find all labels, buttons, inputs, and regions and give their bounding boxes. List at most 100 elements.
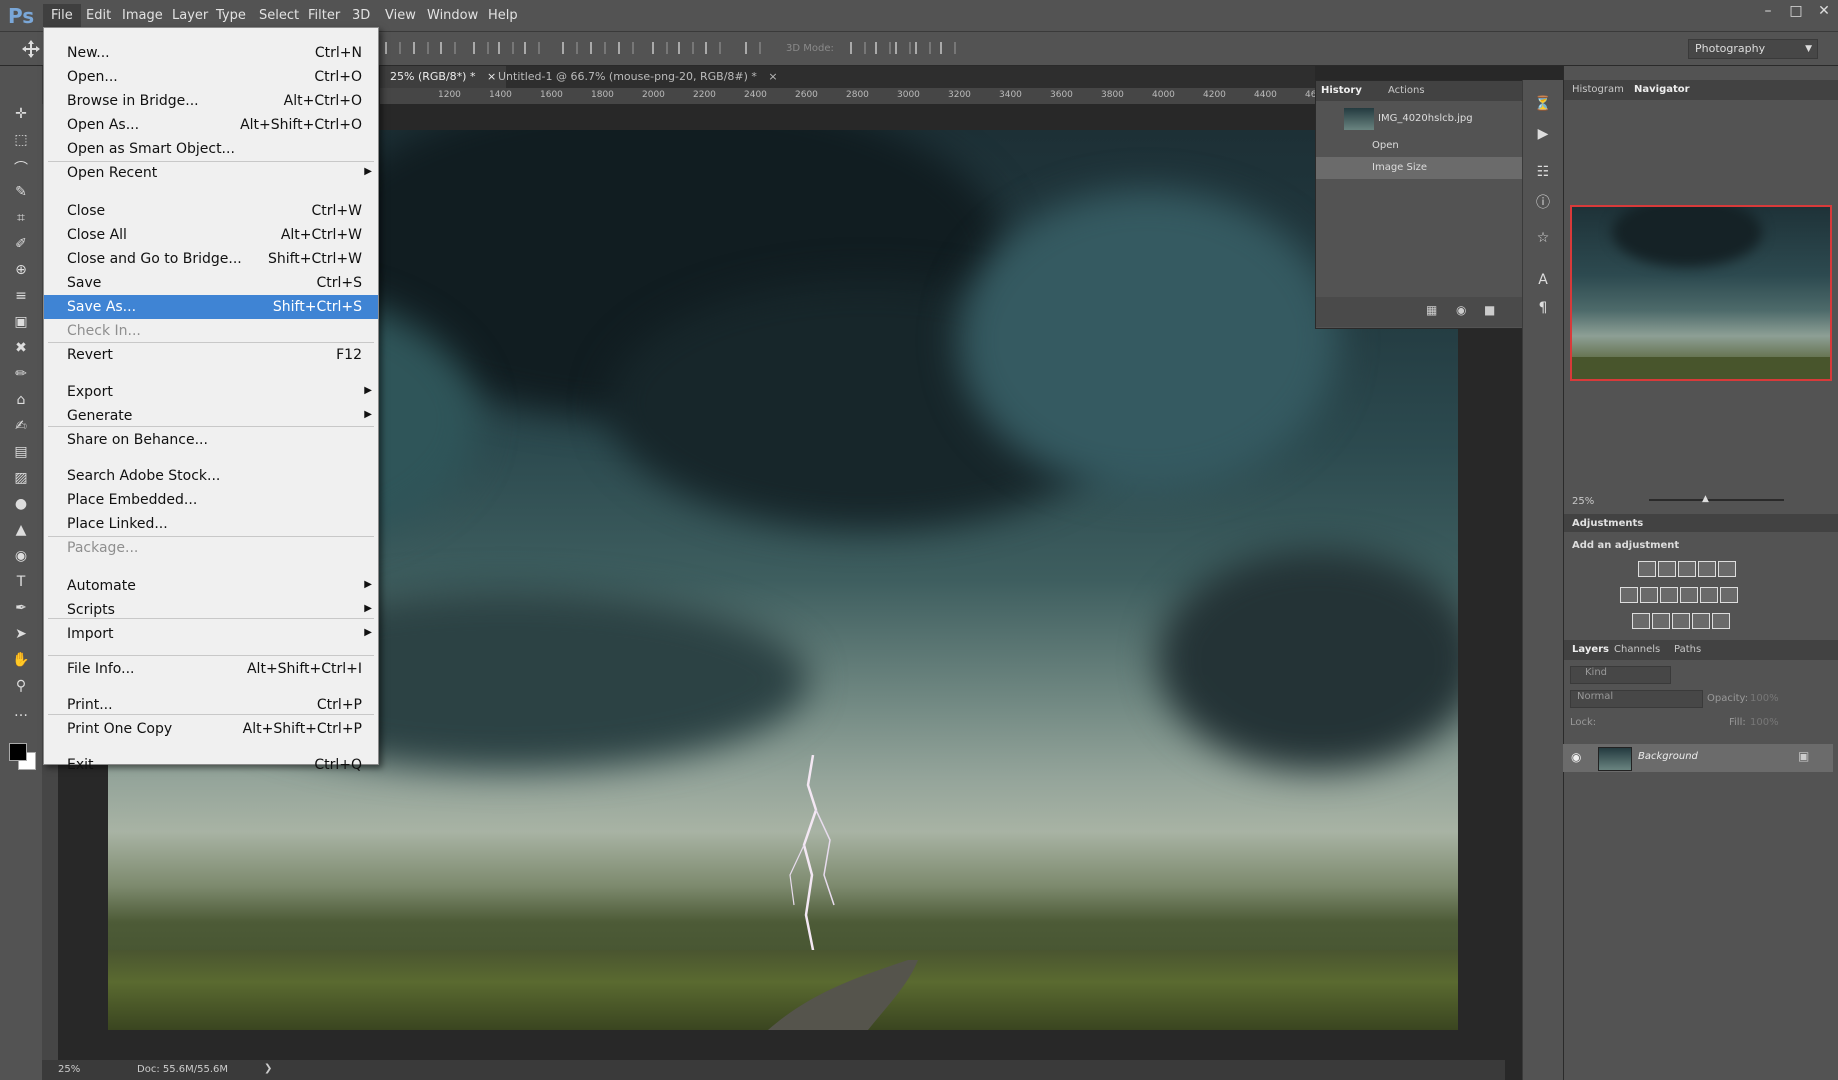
menu-edit[interactable]: Edit [86, 8, 111, 23]
tab-histogram[interactable]: Histogram [1572, 84, 1624, 95]
status-arrow-icon[interactable]: ❯ [264, 1063, 272, 1074]
menu-item-open-as[interactable]: Open As... Alt+Shift+Ctrl+O [44, 113, 378, 137]
levels-icon[interactable] [1658, 561, 1676, 577]
align-distribute-icon[interactable] [705, 42, 721, 54]
lasso-tool-icon[interactable]: ⌒ [11, 158, 31, 178]
move-tool-icon[interactable]: ✛ [11, 106, 31, 126]
minimize-icon[interactable]: – [1754, 0, 1782, 22]
align-distribute-icon[interactable] [524, 42, 540, 54]
menu-item-search-adobe-stock[interactable]: Search Adobe Stock... [44, 464, 378, 488]
align-distribute-icon[interactable] [590, 42, 606, 54]
selective-color-icon[interactable] [1712, 613, 1730, 629]
close-icon[interactable]: ✕ [1810, 0, 1838, 22]
3d-control-icon[interactable] [895, 42, 911, 54]
workspace-select[interactable]: Photography ▼ [1688, 39, 1818, 59]
menu-item-print[interactable]: Print... Ctrl+P [44, 693, 378, 717]
vibrance-icon[interactable] [1718, 561, 1736, 577]
perspective-crop-icon[interactable]: ▣ [11, 314, 31, 334]
foreground-color-swatch[interactable] [9, 743, 27, 761]
tab-actions[interactable]: Actions [1388, 85, 1425, 96]
menu-type[interactable]: Type [216, 8, 246, 23]
menu-help[interactable]: Help [488, 8, 518, 23]
healing-brush-icon[interactable]: ⊕ [11, 262, 31, 282]
menu-item-open-as-smart-object[interactable]: Open as Smart Object... [44, 137, 378, 161]
menu-item-scripts[interactable]: Scripts ▶ [44, 598, 378, 622]
color-lookup-icon[interactable] [1720, 587, 1738, 603]
3d-control-icon[interactable] [850, 42, 866, 54]
menu-window[interactable]: Window [427, 8, 478, 23]
threshold-icon[interactable] [1672, 613, 1690, 629]
more-tools-icon[interactable]: … [11, 704, 31, 724]
menu-select[interactable]: Select [259, 8, 299, 23]
fill-value[interactable]: 100% [1750, 717, 1779, 728]
clone-source-icon[interactable]: ☆ [1534, 230, 1552, 248]
align-distribute-icon[interactable] [652, 42, 668, 54]
posterize-icon[interactable] [1652, 613, 1670, 629]
ruler-tool-icon[interactable]: ≡ [11, 288, 31, 308]
path-select-icon[interactable]: ➤ [11, 626, 31, 646]
align-distribute-icon[interactable] [745, 42, 761, 54]
menu-item-close-and-go-to-bridge[interactable]: Close and Go to Bridge... Shift+Ctrl+W [44, 247, 378, 271]
crop-tool-icon[interactable]: ⌗ [11, 210, 31, 230]
menu-item-import[interactable]: Import ▶ [44, 622, 378, 646]
navigator-zoom[interactable]: 25% [1572, 496, 1594, 507]
layer-row-background[interactable]: ◉ Background ▣ [1563, 744, 1833, 772]
dodge-tool-icon[interactable]: ▲ [11, 522, 31, 542]
menu-item-share-on-behance[interactable]: Share on Behance... [44, 428, 378, 452]
menu-item-place-linked[interactable]: Place Linked... [44, 512, 378, 536]
gradient-map-icon[interactable] [1692, 613, 1710, 629]
navigator-preview[interactable] [1570, 205, 1832, 381]
menu-image[interactable]: Image [122, 8, 163, 23]
align-distribute-icon[interactable] [385, 42, 401, 54]
gradient-tool-icon[interactable]: ▨ [11, 470, 31, 490]
tab-layers[interactable]: Layers [1572, 644, 1609, 655]
menu-item-automate[interactable]: Automate ▶ [44, 574, 378, 598]
menu-item-new[interactable]: New... Ctrl+N [44, 41, 378, 65]
status-zoom[interactable]: 25% [58, 1064, 80, 1075]
maximize-icon[interactable]: □ [1782, 0, 1810, 22]
menu-item-export[interactable]: Export ▶ [44, 380, 378, 404]
tab-paths[interactable]: Paths [1674, 644, 1701, 655]
align-distribute-icon[interactable] [562, 42, 578, 54]
tab-channels[interactable]: Channels [1614, 644, 1660, 655]
menu-view[interactable]: View [385, 8, 416, 23]
menu-item-exit[interactable]: Exit Ctrl+Q [44, 753, 378, 777]
eraser-tool-icon[interactable]: ▤ [11, 444, 31, 464]
tab-history[interactable]: History [1321, 85, 1362, 96]
invert-icon[interactable] [1632, 613, 1650, 629]
camera-icon[interactable]: ◉ [1456, 303, 1466, 317]
menu-item-browse-in-bridge[interactable]: Browse in Bridge... Alt+Ctrl+O [44, 89, 378, 113]
menu-item-save[interactable]: Save Ctrl+S [44, 271, 378, 295]
history-snapshot[interactable]: IMG_4020hslcb.jpg [1316, 105, 1522, 133]
menu-filter[interactable]: Filter [308, 8, 340, 23]
3d-control-icon[interactable] [915, 42, 931, 54]
photo-filter-icon[interactable] [1680, 587, 1698, 603]
blur-tool-icon[interactable]: ● [11, 496, 31, 516]
paragraph-icon[interactable]: ¶ [1534, 300, 1552, 318]
menu-layer[interactable]: Layer [172, 8, 208, 23]
menu-item-print-one-copy[interactable]: Print One Copy Alt+Shift+Ctrl+P [44, 717, 378, 741]
menu-3d[interactable]: 3D [352, 8, 370, 23]
actions-play-icon[interactable]: ▶ [1534, 126, 1552, 144]
black-white-icon[interactable] [1660, 587, 1678, 603]
trash-icon[interactable]: ■ [1484, 303, 1495, 317]
menu-item-save-as[interactable]: Save As... Shift+Ctrl+S [44, 295, 378, 319]
zoom-tool-icon[interactable]: ⚲ [11, 678, 31, 698]
hand-tool-icon[interactable]: ✋ [11, 652, 31, 672]
marquee-tool-icon[interactable]: ⬚ [11, 132, 31, 152]
curves-icon[interactable] [1678, 561, 1696, 577]
align-distribute-icon[interactable] [413, 42, 429, 54]
content-aware-move-icon[interactable]: ✖ [11, 340, 31, 360]
menu-item-open[interactable]: Open... Ctrl+O [44, 65, 378, 89]
exposure-icon[interactable] [1698, 561, 1716, 577]
character-icon[interactable]: A [1534, 272, 1552, 290]
color-balance-icon[interactable] [1640, 587, 1658, 603]
layer-filter-select[interactable]: Kind [1570, 666, 1671, 684]
align-distribute-icon[interactable] [618, 42, 634, 54]
blend-mode-select[interactable]: Normal [1570, 690, 1703, 708]
opacity-value[interactable]: 100% [1750, 693, 1779, 704]
history-brush-icon[interactable]: ✍ [11, 418, 31, 438]
align-distribute-icon[interactable] [440, 42, 456, 54]
menu-item-place-embedded[interactable]: Place Embedded... [44, 488, 378, 512]
menu-item-generate[interactable]: Generate ▶ [44, 404, 378, 428]
